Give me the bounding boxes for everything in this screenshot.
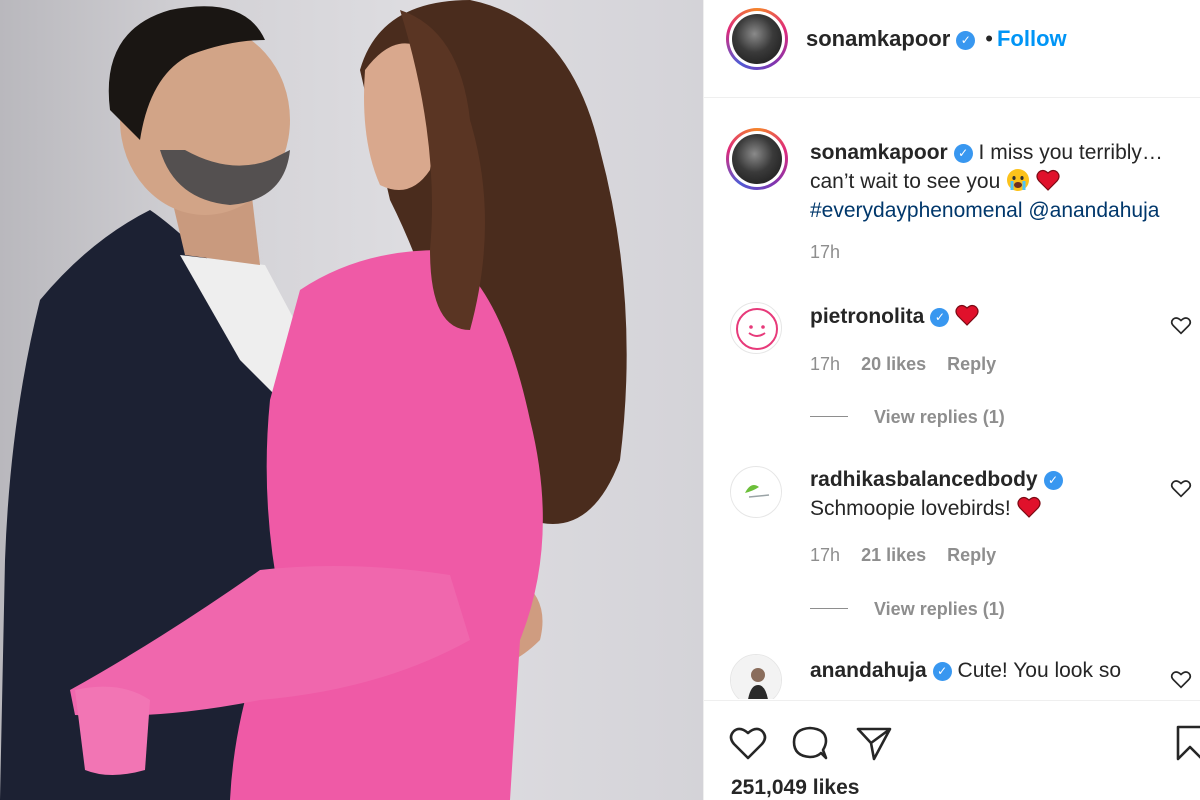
comment-body: Schmoopie lovebirds! [810, 497, 1011, 520]
red-heart-icon [1017, 496, 1041, 518]
comment-likes[interactable]: 20 likes [861, 354, 926, 374]
post-photo[interactable] [0, 0, 703, 800]
like-comment-heart-icon[interactable] [1170, 669, 1192, 691]
view-replies-label: View replies (1) [874, 407, 1005, 427]
author-avatar[interactable] [726, 8, 788, 70]
crying-face-icon [1007, 169, 1030, 191]
caption-line2: can’t wait to see you [810, 170, 1001, 193]
follow-button[interactable]: Follow [997, 26, 1067, 51]
red-heart-icon [1036, 169, 1060, 191]
caption-username[interactable]: sonamkapoor [810, 141, 948, 164]
comment-text: radhikasbalancedbody ✓ Schmoopie lovebird… [810, 465, 1180, 523]
comment-username[interactable]: radhikasbalancedbody [810, 468, 1038, 491]
comment-meta: 17h 21 likes Reply [810, 545, 1012, 566]
pietronolita-logo-icon [736, 308, 778, 350]
view-replies-button[interactable]: View replies (1) [810, 599, 1005, 620]
verified-badge-icon: ✓ [932, 662, 952, 681]
comment-reply-button[interactable]: Reply [947, 354, 996, 374]
comments-list[interactable]: sonamkapoor ✓ I miss you terribly… can’t … [704, 99, 1200, 699]
header-username[interactable]: sonamkapoor [806, 26, 950, 51]
photo-couple-illustration [0, 0, 627, 800]
comment-username[interactable]: anandahuja [810, 659, 927, 682]
caption-hashtags[interactable]: #everydayphenomenal @anandahuja [810, 199, 1159, 222]
comment-avatar-pietronolita[interactable] [730, 302, 782, 354]
header-user-row: sonamkapoor ✓ • Follow [806, 26, 1067, 52]
red-heart-icon [955, 304, 979, 326]
comment-avatar-anandahuja[interactable] [730, 654, 782, 699]
heart-icon[interactable] [728, 723, 768, 763]
bookmark-icon[interactable] [1170, 723, 1200, 763]
verified-badge-icon: ✓ [1043, 471, 1063, 490]
comment-text: pietronolita ✓ [810, 302, 1180, 331]
caption-text: sonamkapoor ✓ I miss you terribly… can’t … [810, 138, 1180, 225]
comment-time: 17h [810, 354, 841, 374]
comment-icon[interactable] [790, 723, 830, 763]
comment-username[interactable]: pietronolita [810, 305, 924, 328]
comment-body: Cute! You look so [957, 659, 1122, 682]
replies-line [810, 608, 848, 609]
comment-time: 17h [810, 545, 841, 565]
view-replies-button[interactable]: View replies (1) [810, 407, 1005, 428]
separator-dot: • [985, 26, 993, 51]
replies-line [810, 416, 848, 417]
comment-text: anandahuja ✓ Cute! You look so [810, 656, 1180, 685]
caption-line1: I miss you terribly… [978, 141, 1163, 164]
comment-likes[interactable]: 21 likes [861, 545, 926, 565]
radhikasbalancedbody-logo-icon [745, 485, 770, 498]
verified-badge-icon: ✓ [956, 31, 976, 50]
comment-meta: 17h 20 likes Reply [810, 354, 1012, 375]
caption-meta: 17h [810, 242, 856, 263]
comment-avatar-radhikasbalancedbody[interactable] [730, 466, 782, 518]
verified-badge-icon: ✓ [953, 144, 973, 163]
caption-time: 17h [810, 242, 841, 262]
view-replies-label: View replies (1) [874, 599, 1005, 619]
post-header: sonamkapoor ✓ • Follow [704, 0, 1200, 98]
anandahuja-avatar-icon [731, 655, 781, 699]
verified-badge-icon: ✓ [930, 308, 950, 327]
comment-reply-button[interactable]: Reply [947, 545, 996, 565]
caption-author-avatar[interactable] [726, 128, 788, 190]
share-icon[interactable] [854, 723, 894, 763]
post-side-panel: sonamkapoor ✓ • Follow sonamkapoor ✓ I miss … [703, 0, 1200, 800]
like-comment-heart-icon[interactable] [1170, 478, 1192, 500]
like-comment-heart-icon[interactable] [1170, 315, 1192, 337]
likes-total[interactable]: 251,049 likes [731, 776, 859, 800]
